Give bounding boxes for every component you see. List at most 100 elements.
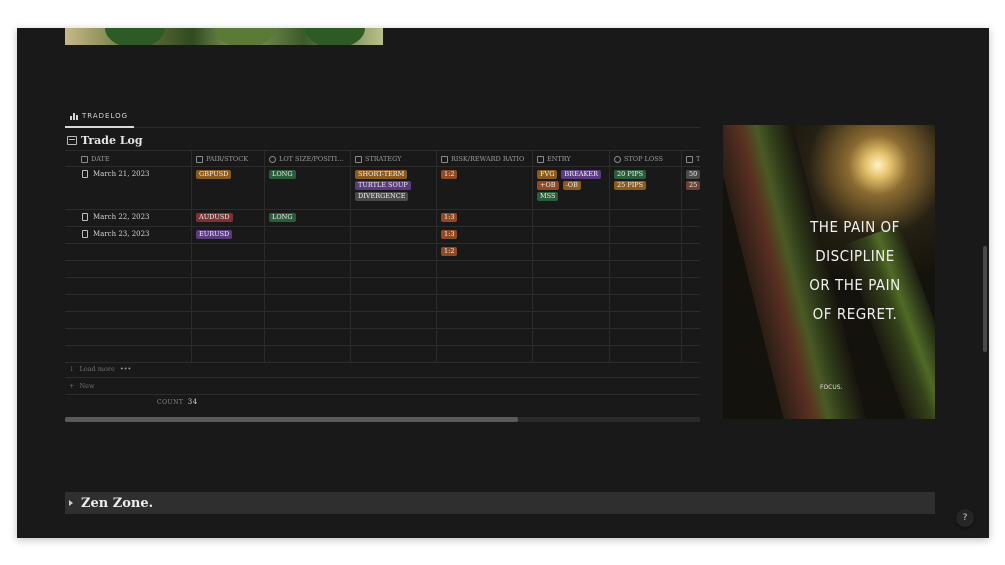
cell-lot[interactable] bbox=[265, 227, 351, 243]
cell-date[interactable] bbox=[65, 346, 192, 362]
cell-lot[interactable] bbox=[265, 261, 351, 277]
cell-pair[interactable] bbox=[192, 312, 265, 328]
cell-stop[interactable] bbox=[610, 312, 682, 328]
cell-rr[interactable] bbox=[437, 278, 533, 294]
cell-t[interactable] bbox=[682, 261, 700, 277]
cell-t[interactable] bbox=[682, 278, 700, 294]
cell-stop[interactable] bbox=[610, 227, 682, 243]
cell-pair[interactable] bbox=[192, 346, 265, 362]
cell-date[interactable] bbox=[65, 244, 192, 260]
cell-date[interactable]: March 21, 2023 bbox=[65, 167, 192, 209]
cell-entry[interactable] bbox=[533, 244, 610, 260]
cell-entry[interactable] bbox=[533, 295, 610, 311]
new-row-button[interactable]: + New bbox=[65, 378, 700, 395]
cell-entry[interactable] bbox=[533, 329, 610, 345]
cell-lot[interactable] bbox=[265, 295, 351, 311]
zen-zone-toggle[interactable]: Zen Zone. bbox=[65, 492, 935, 514]
count-summary[interactable]: COUNT 34 bbox=[157, 398, 198, 406]
cell-date[interactable]: March 22, 2023 bbox=[65, 210, 192, 226]
cell-t[interactable] bbox=[682, 227, 700, 243]
cell-strategy[interactable] bbox=[351, 210, 437, 226]
cell-rr[interactable] bbox=[437, 329, 533, 345]
column-header[interactable]: RISK/REWARD RATIO bbox=[437, 151, 533, 167]
table-row[interactable]: March 23, 2023 EURUSD 1:3 bbox=[65, 227, 700, 244]
table-row[interactable]: March 22, 2023 AUDUSD LONG 1:3 bbox=[65, 210, 700, 227]
cell-stop[interactable] bbox=[610, 210, 682, 226]
cell-pair[interactable]: EURUSD bbox=[192, 227, 265, 243]
table-row[interactable] bbox=[65, 295, 700, 312]
vertical-scrollbar[interactable] bbox=[983, 246, 987, 352]
table-row[interactable] bbox=[65, 329, 700, 346]
cell-rr[interactable]: 1:3 bbox=[437, 227, 533, 243]
column-header[interactable]: STOP LOSS bbox=[610, 151, 682, 167]
cell-rr[interactable] bbox=[437, 312, 533, 328]
cell-strategy[interactable] bbox=[351, 346, 437, 362]
cell-lot[interactable] bbox=[265, 312, 351, 328]
help-button[interactable]: ? bbox=[956, 509, 974, 527]
cell-t[interactable] bbox=[682, 244, 700, 260]
cell-rr[interactable] bbox=[437, 261, 533, 277]
cell-t[interactable]: 50 25 bbox=[682, 167, 700, 209]
cell-lot[interactable] bbox=[265, 329, 351, 345]
column-header[interactable]: PAIR/STOCK bbox=[192, 151, 265, 167]
cell-stop[interactable] bbox=[610, 278, 682, 294]
cell-stop[interactable] bbox=[610, 295, 682, 311]
cell-strategy[interactable] bbox=[351, 312, 437, 328]
tab-tradelog[interactable]: TRADELOG bbox=[65, 108, 134, 128]
cell-pair[interactable] bbox=[192, 261, 265, 277]
cell-entry[interactable] bbox=[533, 261, 610, 277]
cell-date[interactable] bbox=[65, 295, 192, 311]
table-row[interactable]: March 21, 2023 GBPUSD LONG SHORT-TERM TURTLE… bbox=[65, 167, 700, 210]
cell-rr[interactable]: 1:2 bbox=[437, 244, 533, 260]
cell-lot[interactable] bbox=[265, 278, 351, 294]
cell-stop[interactable]: 20 PIPS 25 PIPS bbox=[610, 167, 682, 209]
cell-entry[interactable] bbox=[533, 278, 610, 294]
cell-entry[interactable] bbox=[533, 346, 610, 362]
cell-rr[interactable]: 1:3 bbox=[437, 210, 533, 226]
cell-pair[interactable] bbox=[192, 278, 265, 294]
cell-pair[interactable] bbox=[192, 295, 265, 311]
cell-strategy[interactable] bbox=[351, 244, 437, 260]
cell-lot[interactable]: LONG bbox=[265, 210, 351, 226]
cell-pair[interactable] bbox=[192, 329, 265, 345]
cell-t[interactable] bbox=[682, 312, 700, 328]
cell-rr[interactable] bbox=[437, 346, 533, 362]
cell-date[interactable] bbox=[65, 278, 192, 294]
cell-strategy[interactable] bbox=[351, 227, 437, 243]
cell-stop[interactable] bbox=[610, 261, 682, 277]
cell-stop[interactable] bbox=[610, 329, 682, 345]
more-options-icon[interactable]: ••• bbox=[120, 365, 132, 373]
column-header[interactable]: T bbox=[682, 151, 700, 167]
triangle-right-icon[interactable] bbox=[69, 500, 73, 506]
cell-pair[interactable]: AUDUSD bbox=[192, 210, 265, 226]
cell-date[interactable] bbox=[65, 329, 192, 345]
scrollbar-thumb[interactable] bbox=[65, 417, 518, 422]
column-header[interactable]: DATE bbox=[65, 151, 192, 167]
cell-entry[interactable] bbox=[533, 312, 610, 328]
cell-lot[interactable]: LONG bbox=[265, 167, 351, 209]
cell-entry[interactable]: FVG BREAKER +OB -OB MSS bbox=[533, 167, 610, 209]
cell-entry[interactable] bbox=[533, 227, 610, 243]
cell-date[interactable]: March 23, 2023 bbox=[65, 227, 192, 243]
cell-rr[interactable] bbox=[437, 295, 533, 311]
cell-lot[interactable] bbox=[265, 244, 351, 260]
cell-strategy[interactable] bbox=[351, 261, 437, 277]
column-header[interactable]: ENTRY bbox=[533, 151, 610, 167]
table-row[interactable] bbox=[65, 278, 700, 295]
cell-strategy[interactable] bbox=[351, 295, 437, 311]
table-row[interactable] bbox=[65, 261, 700, 278]
load-more-button[interactable]: ↓ Load more ••• bbox=[65, 361, 700, 378]
database-title[interactable]: Trade Log bbox=[67, 134, 143, 147]
cell-pair[interactable]: GBPUSD bbox=[192, 167, 265, 209]
horizontal-scrollbar[interactable] bbox=[65, 417, 700, 422]
column-header[interactable]: STRATEGY bbox=[351, 151, 437, 167]
cell-strategy[interactable] bbox=[351, 278, 437, 294]
cell-lot[interactable] bbox=[265, 346, 351, 362]
cell-t[interactable] bbox=[682, 295, 700, 311]
table-row[interactable] bbox=[65, 312, 700, 329]
cell-date[interactable] bbox=[65, 261, 192, 277]
cell-strategy[interactable] bbox=[351, 329, 437, 345]
cell-entry[interactable] bbox=[533, 210, 610, 226]
cell-date[interactable] bbox=[65, 312, 192, 328]
cell-pair[interactable] bbox=[192, 244, 265, 260]
